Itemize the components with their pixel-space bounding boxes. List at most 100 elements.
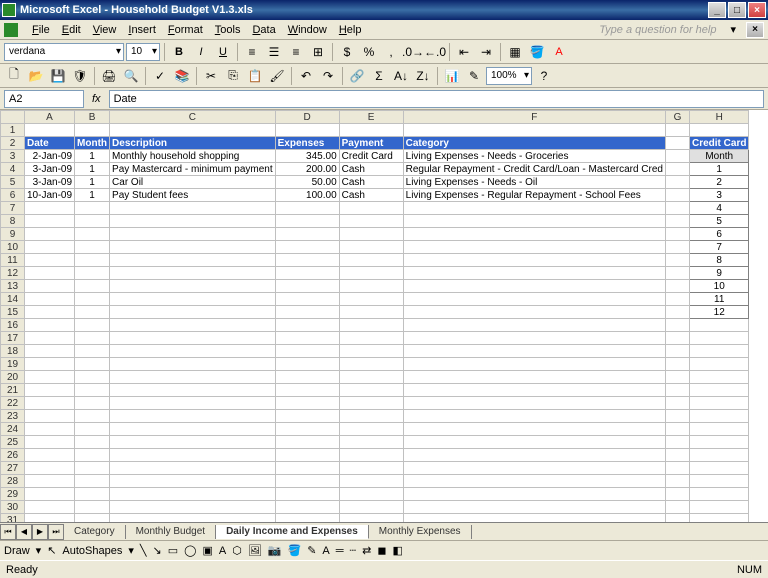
cell[interactable] — [403, 267, 665, 280]
cell[interactable] — [25, 254, 75, 267]
row-header[interactable]: 13 — [1, 280, 25, 293]
cell[interactable] — [339, 475, 403, 488]
cell[interactable] — [665, 384, 689, 397]
cell[interactable] — [275, 462, 339, 475]
increase-decimal-button[interactable]: .0→ — [403, 42, 423, 62]
cell[interactable] — [275, 384, 339, 397]
cell[interactable] — [275, 215, 339, 228]
minimize-button[interactable]: _ — [708, 2, 726, 18]
cell[interactable] — [75, 202, 110, 215]
autosum-button[interactable]: Σ — [369, 66, 389, 86]
cell[interactable] — [275, 254, 339, 267]
select-objects-button[interactable]: ↖ — [47, 544, 56, 557]
line-style-button[interactable]: ═ — [336, 545, 344, 557]
cell[interactable] — [403, 254, 665, 267]
cell[interactable] — [75, 228, 110, 241]
row-header[interactable]: 9 — [1, 228, 25, 241]
cell[interactable] — [689, 423, 748, 436]
cell[interactable] — [75, 280, 110, 293]
cell[interactable] — [275, 358, 339, 371]
autoshapes-menu[interactable]: AutoShapes — [62, 545, 122, 557]
print-button[interactable]: 🖨 — [99, 66, 119, 86]
cell[interactable] — [665, 475, 689, 488]
cell[interactable] — [665, 345, 689, 358]
cell[interactable] — [665, 293, 689, 306]
cell[interactable] — [339, 462, 403, 475]
app-icon[interactable] — [4, 23, 18, 37]
row-header[interactable]: 25 — [1, 436, 25, 449]
cell[interactable] — [25, 241, 75, 254]
cell[interactable] — [110, 215, 276, 228]
cell[interactable] — [75, 293, 110, 306]
sheet-tab-monthly-expenses[interactable]: Monthly Expenses — [369, 525, 472, 539]
cell[interactable] — [25, 397, 75, 410]
cell[interactable] — [75, 319, 110, 332]
cell[interactable] — [689, 410, 748, 423]
cell[interactable] — [75, 436, 110, 449]
cell[interactable]: Payment — [339, 137, 403, 150]
line-color-button[interactable]: ✎ — [307, 544, 316, 557]
cell[interactable] — [75, 475, 110, 488]
cell[interactable]: 3 — [689, 189, 748, 202]
row-header[interactable]: 5 — [1, 176, 25, 189]
row-header[interactable]: 17 — [1, 332, 25, 345]
paste-button[interactable]: 📋 — [245, 66, 265, 86]
cell[interactable] — [403, 384, 665, 397]
menu-insert[interactable]: Insert — [122, 22, 162, 38]
cell[interactable] — [275, 332, 339, 345]
rectangle-button[interactable]: ▭ — [168, 544, 178, 557]
menu-window[interactable]: Window — [282, 22, 333, 38]
col-header-C[interactable]: C — [110, 111, 276, 124]
cell[interactable] — [689, 449, 748, 462]
cell[interactable] — [339, 384, 403, 397]
cell[interactable] — [403, 397, 665, 410]
cell[interactable] — [665, 462, 689, 475]
font-name-select[interactable]: verdana — [4, 43, 124, 61]
cell[interactable] — [25, 202, 75, 215]
col-header-G[interactable]: G — [665, 111, 689, 124]
cell[interactable]: Cash — [339, 189, 403, 202]
cell[interactable] — [689, 501, 748, 514]
percent-button[interactable]: % — [359, 42, 379, 62]
cell[interactable] — [75, 124, 110, 137]
tab-prev-button[interactable]: ◀ — [16, 524, 32, 540]
underline-button[interactable]: U — [213, 42, 233, 62]
cell[interactable] — [339, 436, 403, 449]
comma-button[interactable]: , — [381, 42, 401, 62]
cell[interactable] — [75, 267, 110, 280]
currency-button[interactable]: $ — [337, 42, 357, 62]
help-button[interactable]: ? — [534, 66, 554, 86]
cell[interactable] — [689, 124, 748, 137]
row-header[interactable]: 11 — [1, 254, 25, 267]
cell[interactable] — [339, 306, 403, 319]
cell[interactable] — [403, 280, 665, 293]
undo-button[interactable]: ↶ — [296, 66, 316, 86]
menu-format[interactable]: Format — [162, 22, 209, 38]
col-header-F[interactable]: F — [403, 111, 665, 124]
cell[interactable]: Living Expenses - Regular Repayment - Sc… — [403, 189, 665, 202]
row-header[interactable]: 1 — [1, 124, 25, 137]
cell[interactable] — [275, 267, 339, 280]
cell[interactable] — [25, 501, 75, 514]
cell[interactable] — [665, 332, 689, 345]
cell[interactable] — [110, 267, 276, 280]
cell[interactable] — [339, 254, 403, 267]
col-header-D[interactable]: D — [275, 111, 339, 124]
cell[interactable] — [665, 410, 689, 423]
row-header[interactable]: 24 — [1, 423, 25, 436]
cell[interactable] — [339, 423, 403, 436]
cell[interactable] — [110, 488, 276, 501]
cell[interactable] — [25, 436, 75, 449]
row-header[interactable]: 27 — [1, 462, 25, 475]
name-box[interactable]: A2 — [4, 90, 84, 108]
cell[interactable] — [689, 345, 748, 358]
cell[interactable]: Description — [110, 137, 276, 150]
arrow-button[interactable]: ↘ — [153, 544, 162, 557]
cell[interactable] — [339, 319, 403, 332]
cell[interactable] — [665, 397, 689, 410]
cell[interactable] — [665, 228, 689, 241]
cell[interactable] — [665, 514, 689, 523]
cell[interactable] — [403, 358, 665, 371]
oval-button[interactable]: ◯ — [184, 544, 196, 557]
print-preview-button[interactable]: 🔍 — [121, 66, 141, 86]
